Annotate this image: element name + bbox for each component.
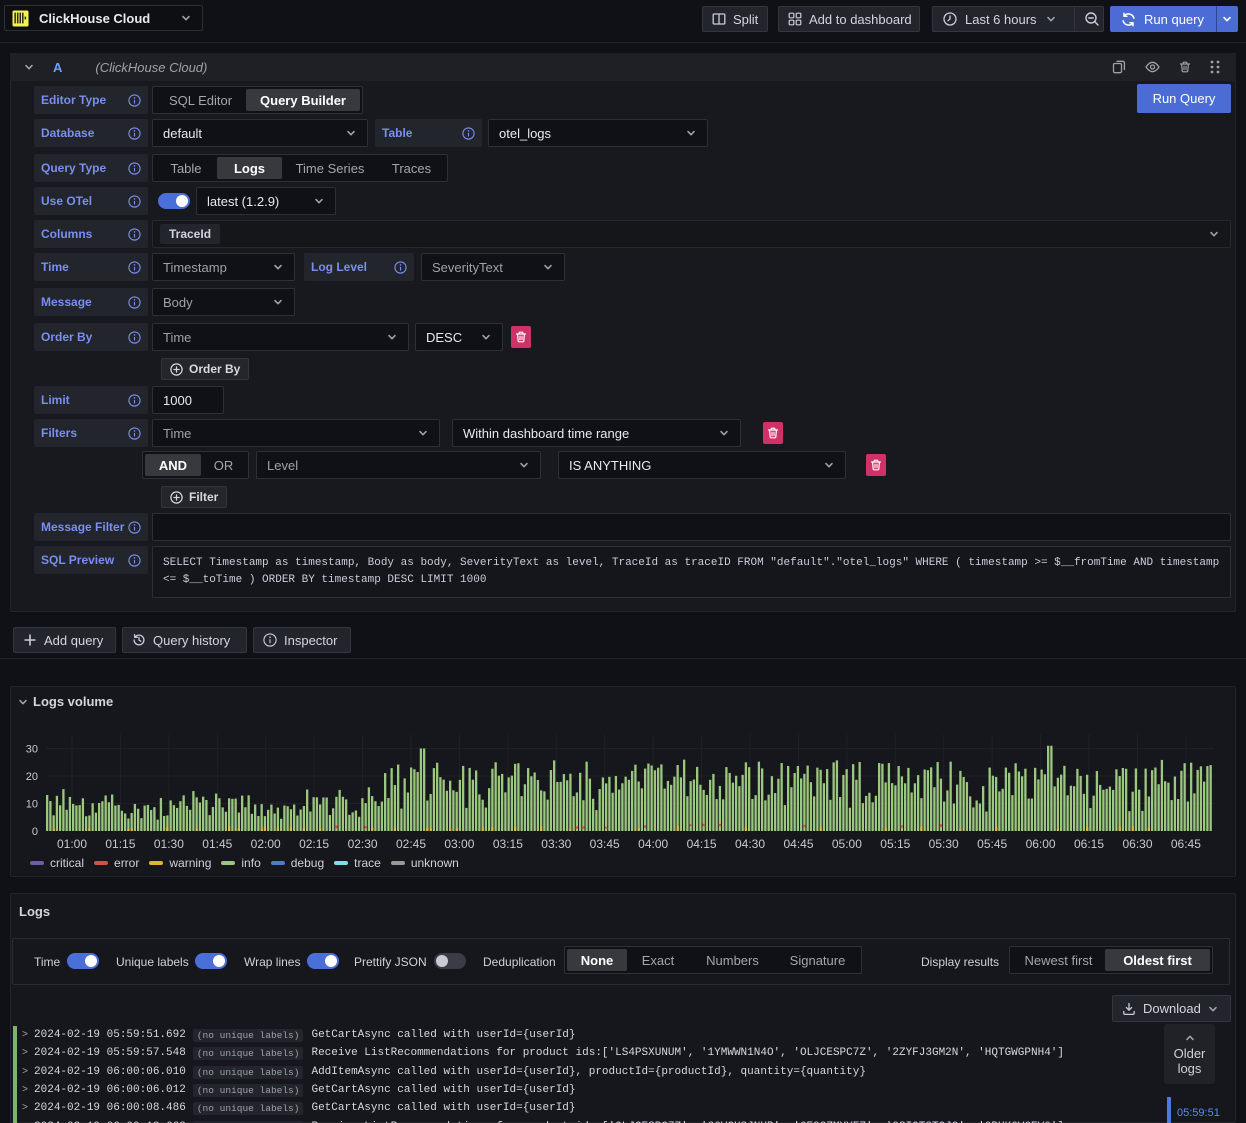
svg-text:02:00: 02:00: [251, 837, 281, 851]
svg-text:02:45: 02:45: [396, 837, 426, 851]
svg-text:03:00: 03:00: [444, 837, 474, 851]
svg-text:03:45: 03:45: [590, 837, 620, 851]
svg-text:04:15: 04:15: [687, 837, 717, 851]
svg-text:05:45: 05:45: [977, 837, 1007, 851]
svg-text:06:15: 06:15: [1074, 837, 1104, 851]
svg-text:0: 0: [32, 826, 38, 838]
svg-text:10: 10: [26, 799, 38, 811]
svg-text:05:00: 05:00: [832, 837, 862, 851]
svg-text:30: 30: [26, 744, 38, 756]
svg-text:01:15: 01:15: [105, 837, 135, 851]
svg-text:01:45: 01:45: [202, 837, 232, 851]
svg-text:02:15: 02:15: [299, 837, 329, 851]
svg-text:03:30: 03:30: [541, 837, 571, 851]
svg-text:04:30: 04:30: [735, 837, 765, 851]
svg-text:03:15: 03:15: [493, 837, 523, 851]
svg-text:06:00: 06:00: [1026, 837, 1056, 851]
svg-text:05:15: 05:15: [880, 837, 910, 851]
svg-text:05:30: 05:30: [929, 837, 959, 851]
svg-text:01:00: 01:00: [57, 837, 87, 851]
svg-text:04:00: 04:00: [638, 837, 668, 851]
svg-text:01:30: 01:30: [154, 837, 184, 851]
svg-text:06:30: 06:30: [1122, 837, 1152, 851]
svg-text:02:30: 02:30: [348, 837, 378, 851]
svg-text:04:45: 04:45: [783, 837, 813, 851]
svg-text:06:45: 06:45: [1171, 837, 1201, 851]
svg-text:20: 20: [26, 771, 38, 783]
